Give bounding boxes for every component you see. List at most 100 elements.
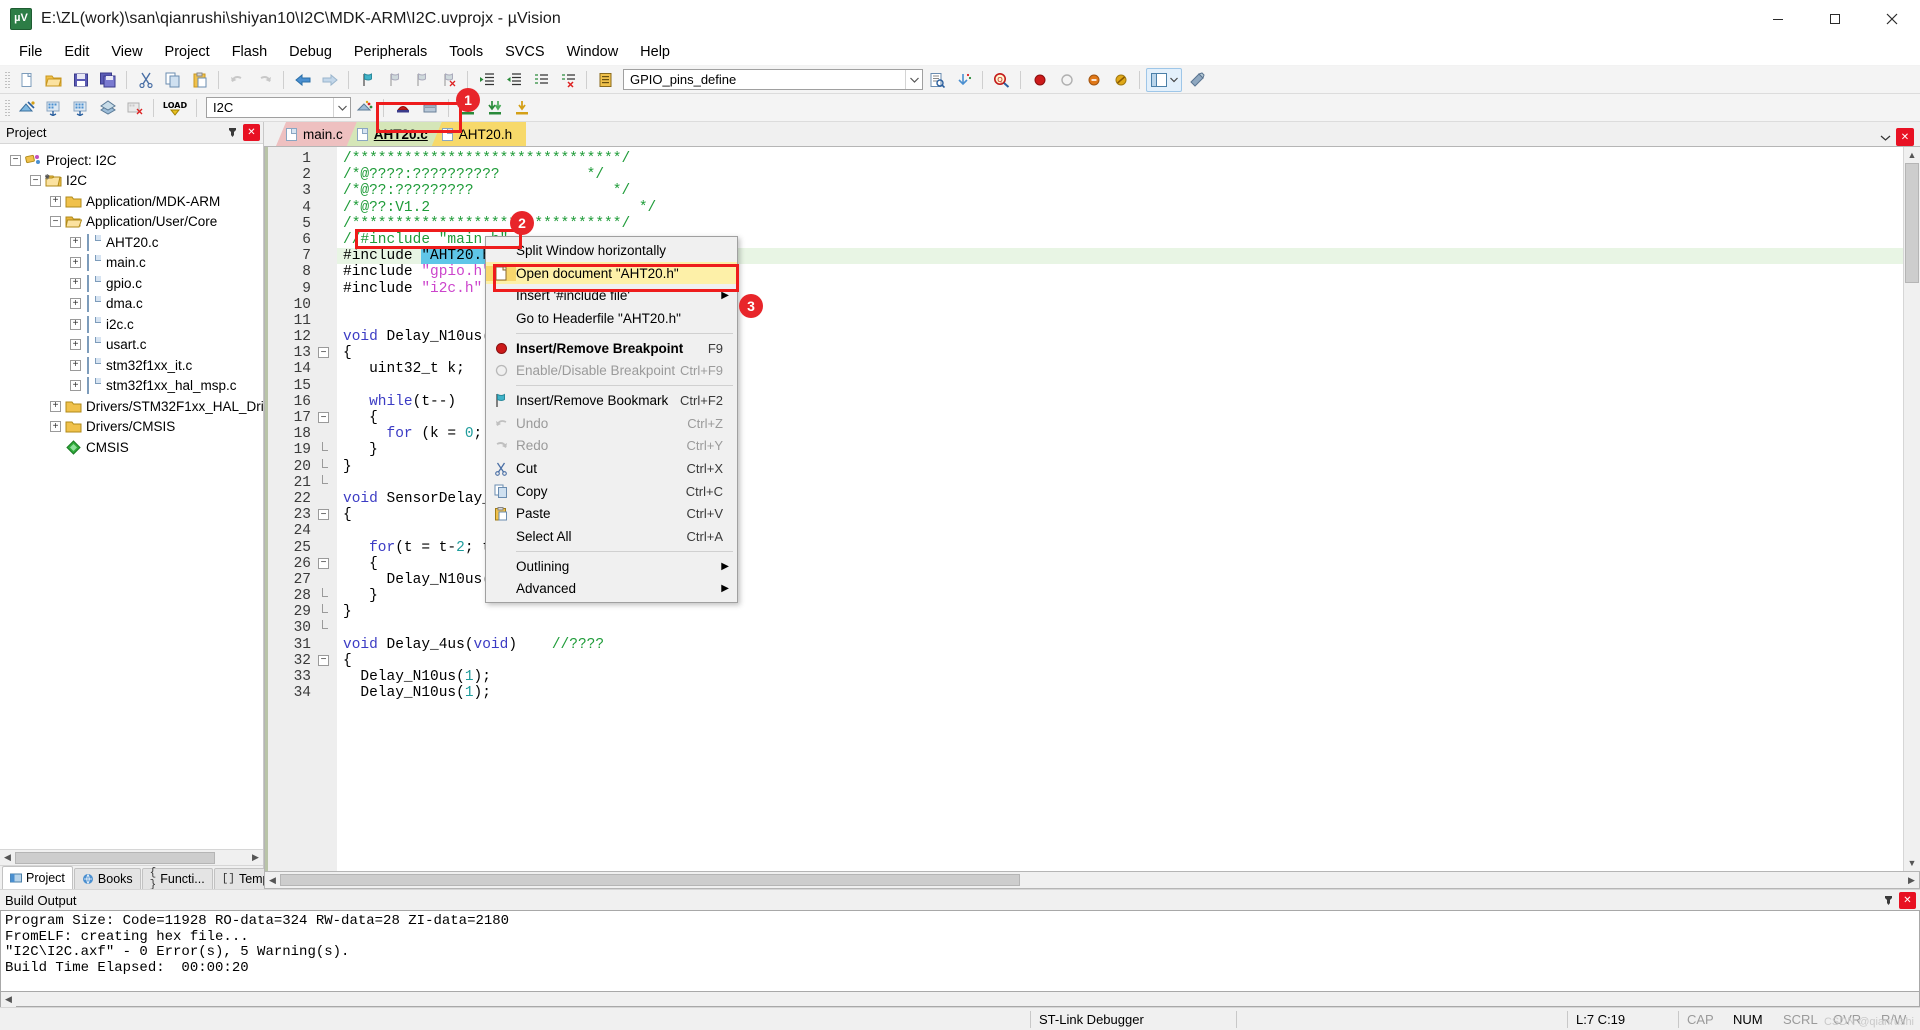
code-line[interactable]: } [337,604,1903,620]
load-icon[interactable]: LOAD [160,96,190,120]
expander-icon[interactable]: − [10,154,21,166]
incremental-find-icon[interactable] [951,68,976,92]
fold-collapse-icon[interactable]: − [318,654,329,666]
scroll-left-icon[interactable]: ◀ [0,850,15,865]
tree-node-gpio-c[interactable]: + gpio.c [0,273,263,294]
menu-item-insert-remove-bookmark[interactable]: Insert/Remove Bookmark Ctrl+F2 [486,389,737,412]
fold-cell[interactable] [317,523,337,539]
expander-icon[interactable]: + [70,359,81,371]
fold-cell[interactable]: − [317,556,337,572]
start-debug-icon[interactable] [390,96,415,120]
fold-cell[interactable] [317,281,337,297]
fold-cell[interactable] [317,361,337,377]
fold-cell[interactable]: − [317,345,337,361]
save-all-icon[interactable] [95,68,120,92]
multi-project-icon[interactable] [482,96,507,120]
fold-cell[interactable] [317,264,337,280]
menu-project[interactable]: Project [154,40,221,64]
menu-window[interactable]: Window [556,40,630,64]
tree-node-i2c-c[interactable]: + i2c.c [0,314,263,335]
fold-cell[interactable] [317,458,337,475]
doc-tab-main-c[interactable]: main.c [276,122,357,146]
tree-node-project[interactable]: − Project: I2C [0,150,263,171]
menu-debug[interactable]: Debug [278,40,343,64]
fold-cell[interactable] [317,200,337,216]
insert-breakpoint-icon[interactable] [1027,68,1052,92]
menu-tools[interactable]: Tools [438,40,494,64]
tab-functions[interactable]: { } Functi... [141,867,213,891]
expander-icon[interactable]: + [70,257,81,269]
disable-breakpoint-icon[interactable] [1054,68,1079,92]
project-tree-hscrollbar[interactable]: ◀ ▶ [0,849,263,865]
bookmark-prev-icon[interactable] [382,68,407,92]
expander-icon[interactable]: + [70,277,81,289]
build-icon[interactable] [41,96,66,120]
hscroll-track[interactable] [15,850,248,865]
menu-edit[interactable]: Edit [53,40,100,64]
fold-cell[interactable] [317,167,337,183]
fold-collapse-icon[interactable]: − [318,347,329,359]
expander-icon[interactable]: + [70,298,81,310]
chevron-down-icon[interactable] [905,70,922,89]
vscroll-track[interactable] [1904,163,1920,855]
expander-icon[interactable]: + [50,400,61,412]
menu-item-copy[interactable]: Copy Ctrl+C [486,480,737,503]
code-line[interactable]: /*******************************/ [337,216,1903,232]
bookmark-clear-icon[interactable] [436,68,461,92]
paste-icon[interactable] [187,68,212,92]
fold-cell[interactable] [317,378,337,394]
close-icon[interactable]: ✕ [243,124,260,141]
scroll-down-icon[interactable]: ▼ [1904,855,1920,871]
comment-icon[interactable] [528,68,553,92]
fold-cell[interactable] [317,491,337,507]
find-in-files-icon[interactable] [924,68,949,92]
outdent-icon[interactable] [501,68,526,92]
menu-help[interactable]: Help [629,40,681,64]
tree-node-stm32f1xx-it-c[interactable]: + stm32f1xx_it.c [0,355,263,376]
expander-icon[interactable]: − [50,216,61,228]
code-line[interactable]: Delay_N10us(1); [337,669,1903,685]
undo-icon[interactable] [225,68,250,92]
target-combo[interactable]: GPIO_pins_define [623,69,923,90]
doc-tab-aht20-h[interactable]: AHT20.h [431,122,527,146]
hscroll-track[interactable] [16,992,1919,1006]
reset-icon[interactable] [417,96,442,120]
tree-node-usart-c[interactable]: + usart.c [0,335,263,356]
build-output-hscrollbar[interactable]: ◀ [0,991,1920,1007]
project-combo[interactable]: I2C [206,97,351,118]
menu-view[interactable]: View [100,40,153,64]
fold-cell[interactable]: − [317,410,337,426]
close-icon[interactable]: ✕ [1896,128,1914,146]
fold-cell[interactable] [317,426,337,442]
menu-item-go-to-headerfile-aht20-h[interactable]: Go to Headerfile "AHT20.h" [486,307,737,330]
fold-collapse-icon[interactable]: − [318,557,329,569]
tree-node-main-c[interactable]: + main.c [0,253,263,274]
code-folding-gutter[interactable]: − − − − − [317,147,337,871]
menu-peripherals[interactable]: Peripherals [343,40,438,64]
cut-icon[interactable] [133,68,158,92]
hscroll-thumb[interactable] [280,874,1020,886]
fold-cell[interactable] [317,474,337,491]
fold-cell[interactable] [317,216,337,232]
code-line[interactable]: /*******************************/ [337,151,1903,167]
toolbar-grip[interactable] [4,97,10,118]
menu-item-open-document-aht20-h[interactable]: Open document "AHT20.h" [486,261,737,285]
menu-file[interactable]: File [8,40,53,64]
fold-cell[interactable] [317,637,337,653]
menu-flash[interactable]: Flash [221,40,278,64]
build-output-text[interactable]: Program Size: Code=11928 RO-data=324 RW-… [0,910,1920,992]
code-line[interactable]: Delay_N10us(1); [337,685,1903,701]
code-line[interactable]: /*@??:????????? */ [337,183,1903,199]
tab-books[interactable]: Books [73,868,141,889]
tree-node-cmsis[interactable]: CMSIS [0,437,263,458]
copy-icon[interactable] [160,68,185,92]
bookmark-list-icon[interactable] [593,68,618,92]
bookmark-toggle-icon[interactable] [355,68,380,92]
tree-node-drivers-cmsis[interactable]: + Drivers/CMSIS [0,417,263,438]
expander-icon[interactable]: − [30,175,41,187]
fold-cell[interactable] [317,313,337,329]
stop-build-icon[interactable] [122,96,147,120]
new-file-icon[interactable] [14,68,39,92]
navigate-forward-icon[interactable] [317,68,342,92]
tree-node-dma-c[interactable]: + dma.c [0,294,263,315]
